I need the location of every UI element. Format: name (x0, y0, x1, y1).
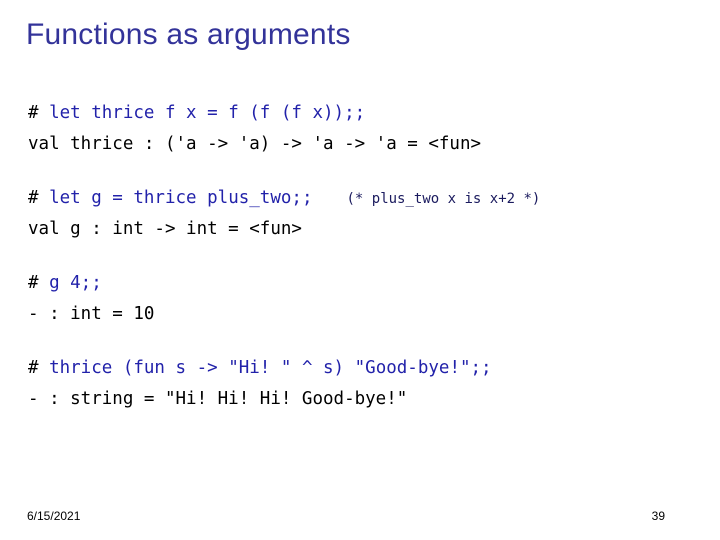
code-input-line: # let g = thrice plus_two;; (* plus_two x… (28, 183, 698, 214)
footer-date: 6/15/2021 (27, 509, 81, 523)
prompt-symbol: # (28, 188, 50, 208)
code-input-line: # thrice (fun s -> "Hi! " ^ s) "Good-bye… (28, 353, 698, 384)
code-block: # let g = thrice plus_two;; (* plus_two x… (28, 183, 698, 244)
code-output-line: - : int = 10 (28, 304, 155, 324)
code-output-line: val g : int -> int = <fun> (28, 219, 302, 239)
code-block: # thrice (fun s -> "Hi! " ^ s) "Good-bye… (28, 353, 698, 414)
code-output-line: - : string = "Hi! Hi! Hi! Good-bye!" (28, 389, 408, 409)
prompt-symbol: # (28, 273, 50, 293)
code-comment-text: (* plus_two x is x+2 *) (346, 191, 541, 207)
code-input-text: let g = thrice plus_two;; (49, 188, 313, 208)
code-block: # let thrice f x = f (f (f x));; val thr… (28, 98, 698, 159)
code-input-text: thrice (fun s -> "Hi! " ^ s) "Good-bye!"… (49, 358, 492, 378)
prompt-symbol: # (28, 103, 50, 123)
code-block: # g 4;; - : int = 10 (28, 268, 698, 329)
slide-footer: 6/15/2021 39 (0, 507, 720, 531)
code-listing: # let thrice f x = f (f (f x));; val thr… (28, 98, 698, 438)
code-input-line: # let thrice f x = f (f (f x));; (28, 98, 698, 129)
code-input-text: g 4;; (49, 273, 102, 293)
code-input-line: # g 4;; (28, 268, 698, 299)
code-output-line: val thrice : ('a -> 'a) -> 'a -> 'a = <f… (28, 134, 482, 154)
slide: Functions as arguments # let thrice f x … (0, 0, 720, 540)
footer-page-number: 39 (651, 509, 665, 523)
page-title: Functions as arguments (26, 18, 351, 51)
code-input-text: let thrice f x = f (f (f x));; (49, 103, 366, 123)
prompt-symbol: # (28, 358, 50, 378)
